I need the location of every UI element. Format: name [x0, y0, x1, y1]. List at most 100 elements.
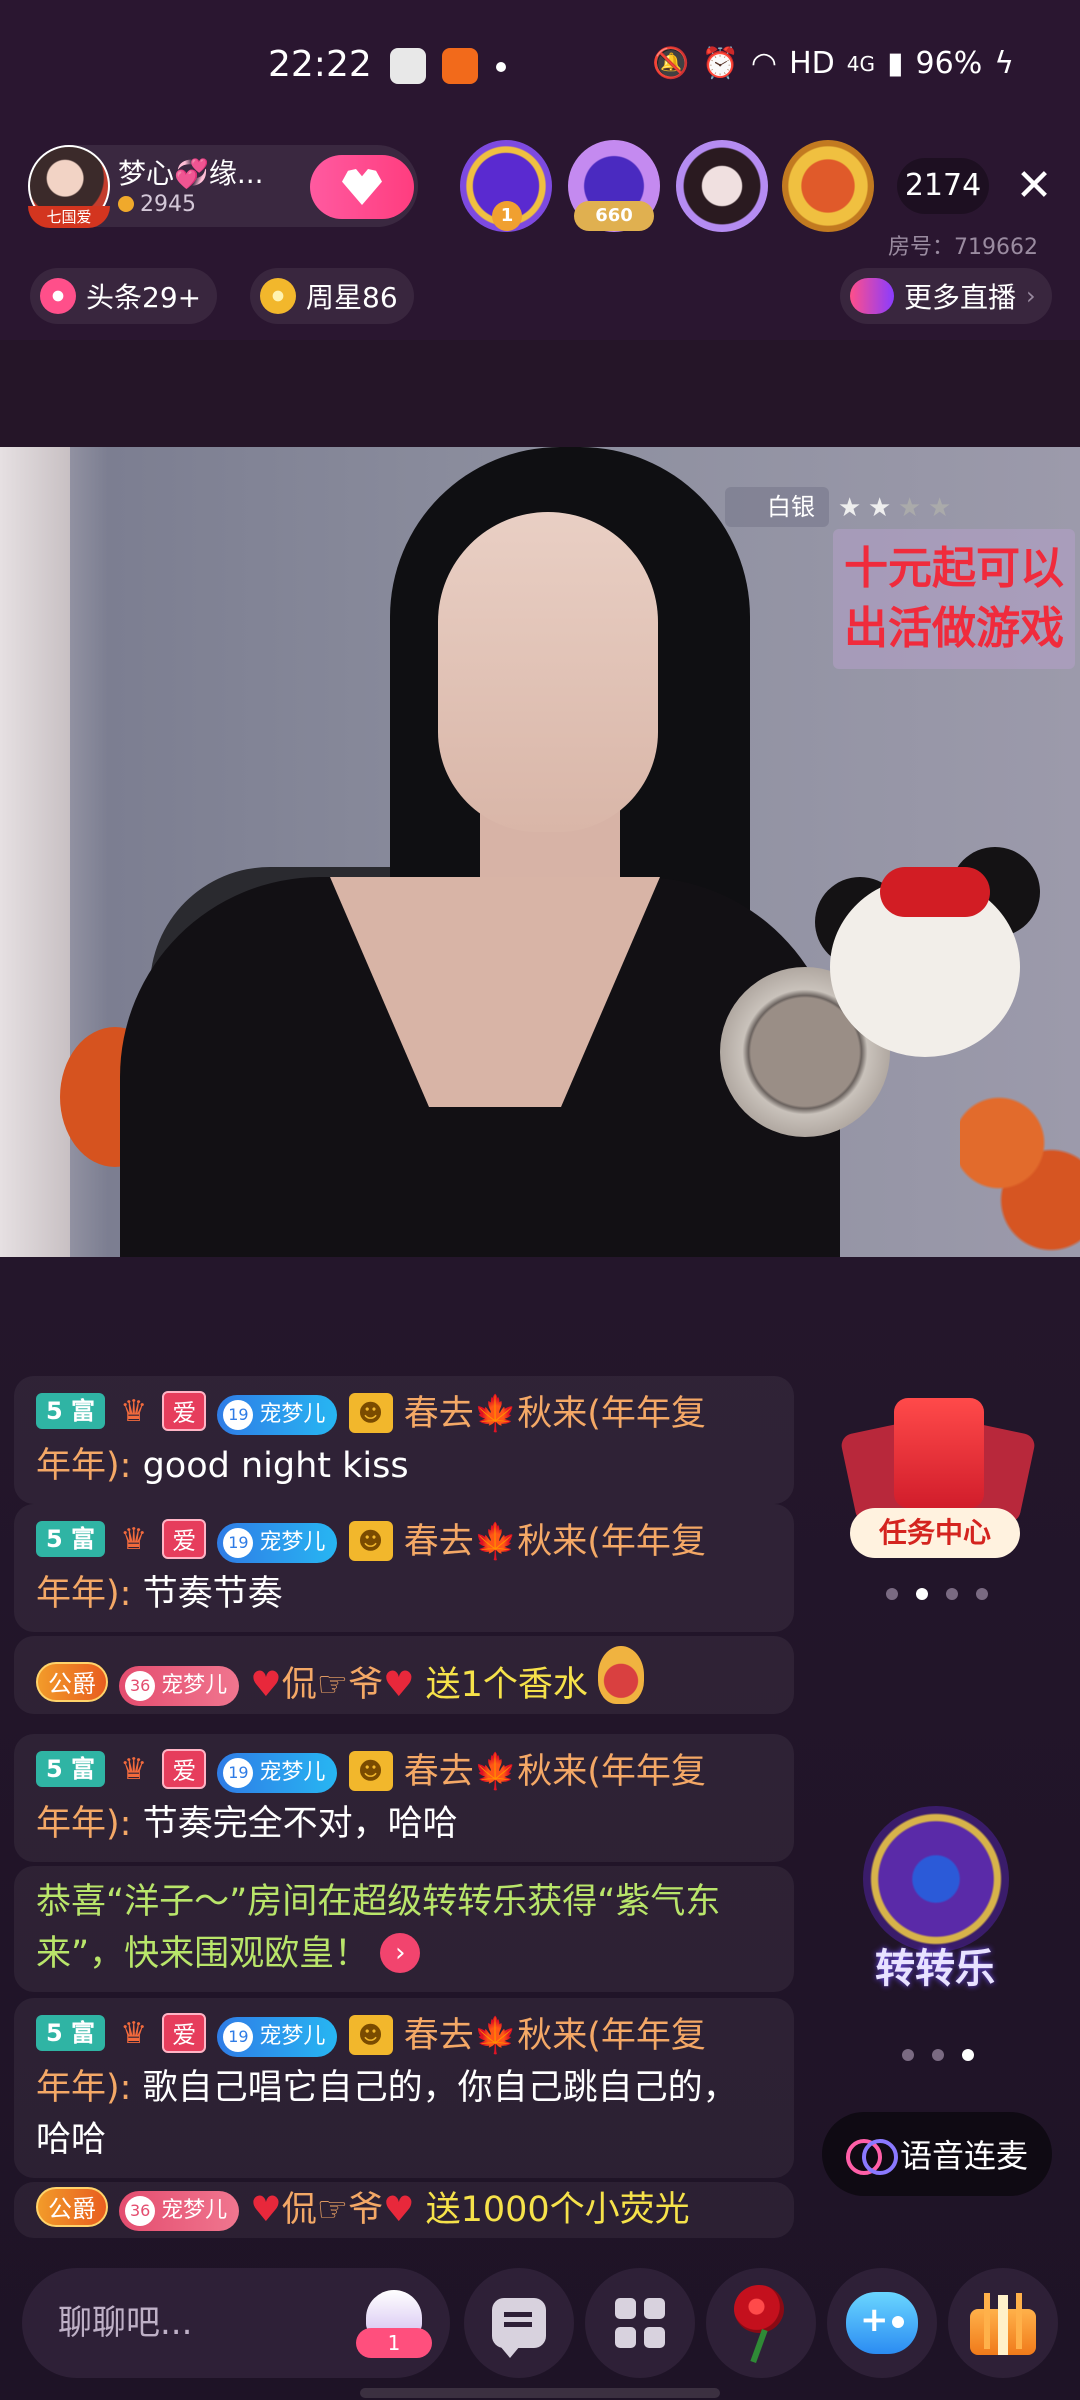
fan-level: 19 [223, 1528, 254, 1558]
user-badge-icon: ☻ [348, 1751, 393, 1791]
fan-name: 宠梦儿 [161, 2198, 228, 2223]
perfume-gift-icon [597, 1646, 644, 1704]
chat-line: 5 富 ♛ 爱 19 宠梦儿 ☻ 春去🍁秋来(年年复 [36, 1744, 772, 1798]
game-button[interactable] [827, 2268, 937, 2378]
heart-icon [342, 169, 382, 205]
user-badge-icon: ☻ [348, 2015, 393, 2055]
chat-line: 5 富 ♛ 爱 19 宠梦儿 ☻ 春去🍁秋来(年年复 [36, 1386, 772, 1440]
fan-name: 宠梦儿 [259, 1760, 326, 1785]
link-icon [845, 2139, 898, 2175]
task-center-label: 任务中心 [850, 1508, 1020, 1558]
chat-line: 年年): 节奏节奏 [36, 1568, 772, 1620]
carousel-dot [886, 1588, 898, 1600]
task-center-widget[interactable]: 任务中心 [839, 1398, 1037, 1568]
chat-username[interactable]: 侃☞爷 [282, 1665, 383, 1705]
more-live-label: 更多直播 [904, 281, 1017, 314]
user-badge-icon: ☻ [348, 1393, 393, 1433]
rank-star-icon: ★ [838, 493, 862, 523]
chat-line: 年年): good night kiss [36, 1440, 772, 1492]
chat-message[interactable]: 5 富 ♛ 爱 19 宠梦儿 ☻ 春去🍁秋来(年年复 年年): 节奏完全不对，哈哈 [14, 1734, 794, 1862]
chat-text: 节奏完全不对，哈哈 [131, 1804, 458, 1844]
noble-badge: 公爵 [36, 1662, 108, 1702]
home-indicator[interactable] [360, 2388, 720, 2398]
crown-icon: ♛ [120, 2016, 148, 2051]
headline-pill[interactable]: 头条29+ [30, 268, 218, 324]
rose-gift-button[interactable] [706, 2268, 816, 2378]
viewer-count[interactable]: 2174 [897, 158, 989, 214]
fan-badge: 19 宠梦儿 [217, 2017, 338, 2057]
top-viewer-avatar-4[interactable] [782, 140, 874, 232]
rose-icon [726, 2283, 796, 2363]
message-button[interactable] [464, 2268, 574, 2378]
fan-badge: 19 宠梦儿 [217, 1523, 338, 1563]
host-coin-count: 2945 [140, 192, 196, 217]
carousel-dot [916, 1588, 928, 1600]
chat-gift-message[interactable]: 公爵 36 宠梦儿 ♥侃☞爷♥ 送1000个小荧光 [14, 2182, 794, 2238]
follow-button[interactable] [310, 155, 414, 219]
fan-club-count: 1 [356, 2328, 432, 2358]
rank-star-icon: ★ [928, 493, 952, 523]
fan-level: 36 [125, 1671, 156, 1701]
chat-message[interactable]: 5 富 ♛ 爱 19 宠梦儿 ☻ 春去🍁秋来(年年复 年年): good nigh… [14, 1376, 794, 1504]
carousel-dot [962, 2049, 974, 2061]
chat-username[interactable]: 春去🍁秋来(年年复 [404, 1394, 706, 1434]
love-badge: 爱 [162, 1391, 207, 1431]
chat-text: 哈哈 [36, 2120, 107, 2160]
chat-text: 歌自己唱它自己的，你自己跳自己的， [131, 2068, 738, 2108]
app-notification-icon [390, 48, 426, 84]
fan-name: 宠梦儿 [259, 2024, 326, 2049]
status-time: 22:22 [268, 44, 372, 85]
chat-line: 5 富 ♛ 爱 19 宠梦儿 ☻ 春去🍁秋来(年年复 [36, 2008, 772, 2062]
fan-level: 19 [223, 1758, 254, 1788]
gift-button[interactable] [948, 2268, 1058, 2378]
chat-system-message[interactable]: 恭喜“洋子～”房间在超级转转乐获得“紫气东 来”，快来围观欧皇！ › [14, 1866, 794, 1992]
chat-username[interactable]: 春去🍁秋来(年年复 [404, 2016, 706, 2056]
fan-name: 宠梦儿 [259, 1402, 326, 1427]
carousel-dot [946, 1588, 958, 1600]
chat-username: 年年): [36, 1574, 132, 1614]
rank-star-icon: ★ [898, 493, 922, 523]
coin-icon [118, 196, 134, 212]
chat-username[interactable]: 春去🍁秋来(年年复 [404, 1522, 706, 1562]
spin-wheel-label: 转转乐 [875, 1945, 995, 1992]
fan-badge: 19 宠梦儿 [217, 1395, 338, 1435]
chat-message[interactable]: 5 富 ♛ 爱 19 宠梦儿 ☻ 春去🍁秋来(年年复 年年): 节奏节奏 [14, 1504, 794, 1632]
live-video[interactable]: 白银 ★ ★ ★ ★ 十元起可以 出活做游戏 [0, 447, 1080, 1257]
top-viewer-avatar-3[interactable] [676, 140, 768, 232]
chat-username[interactable]: 侃☞爷 [282, 2190, 383, 2230]
notification-dot [496, 62, 506, 72]
fan-name: 宠梦儿 [259, 1530, 326, 1555]
chat-line: 年年): 歌自己唱它自己的，你自己跳自己的， [36, 2062, 772, 2114]
signal-icon: ▮ [887, 46, 904, 81]
gift-icon [970, 2291, 1036, 2355]
chat-username[interactable]: 春去🍁秋来(年年复 [404, 1752, 706, 1792]
more-apps-button[interactable] [585, 2268, 695, 2378]
crown-icon: ♛ [120, 1522, 148, 1557]
fan-club-button[interactable]: 1 [356, 2290, 432, 2360]
close-icon[interactable]: ✕ [1010, 162, 1058, 210]
network-type: HD [789, 46, 835, 81]
heart-icon: ♥ [383, 2190, 415, 2230]
spin-wheel-widget[interactable]: 转转乐 [855, 1796, 1015, 2006]
fan-name: 宠梦儿 [161, 1673, 228, 1698]
mute-icon: 🔕 [652, 46, 690, 81]
love-badge: 爱 [162, 2013, 207, 2053]
promo-line: 十元起可以 [844, 543, 1064, 594]
red-envelope-icon [894, 1398, 984, 1508]
weekly-star-pill[interactable]: 周星86 [250, 268, 414, 324]
chevron-right-icon: › [1026, 282, 1036, 310]
arrow-right-icon[interactable]: › [380, 1933, 421, 1973]
chat-line: 公爵 36 宠梦儿 ♥侃☞爷♥ 送1个香水 [36, 1646, 772, 1711]
heart-icon: ♥ [250, 1665, 282, 1705]
chat-line: 年年): 节奏完全不对，哈哈 [36, 1798, 772, 1850]
promo-line: 出活做游戏 [844, 603, 1064, 654]
chat-message[interactable]: 5 富 ♛ 爱 19 宠梦儿 ☻ 春去🍁秋来(年年复 年年): 歌自己唱它自己的，… [14, 1998, 794, 2178]
voice-link-button[interactable]: 语音连麦 [822, 2112, 1052, 2196]
chat-username: 年年): [36, 2068, 132, 2108]
chat-gift-message[interactable]: 公爵 36 宠梦儿 ♥侃☞爷♥ 送1个香水 [14, 1636, 794, 1714]
chat-text: 节奏节奏 [131, 1574, 283, 1614]
weekly-star-label: 周星86 [306, 281, 398, 314]
host-avatar-tag: 七国爱 [28, 206, 110, 228]
heart-icon: ♥ [250, 2190, 282, 2230]
more-live-pill[interactable]: 更多直播 › [840, 268, 1052, 324]
